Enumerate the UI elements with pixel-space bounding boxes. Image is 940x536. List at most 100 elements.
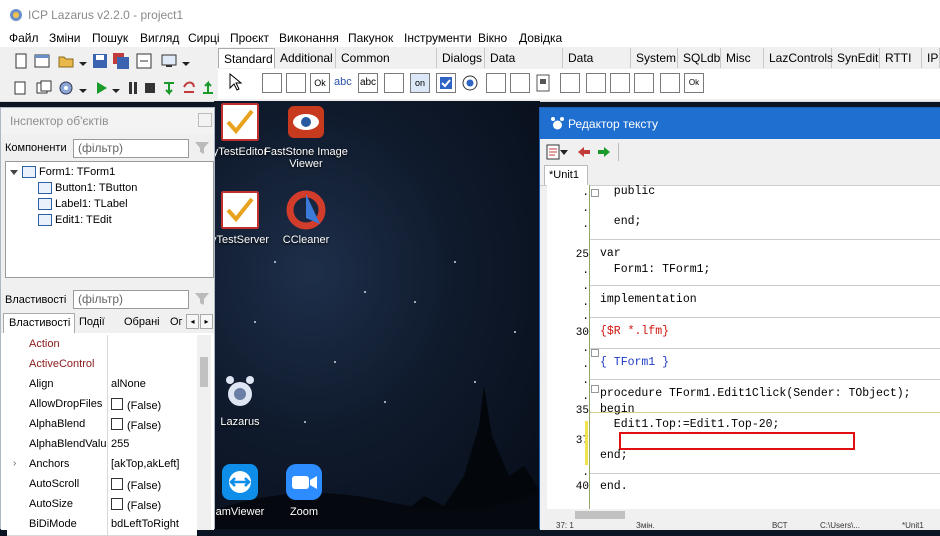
property-row[interactable]: ActiveControl [7,355,197,376]
tree-node-form1[interactable]: Form1: TForm1 [22,164,115,180]
view-project-icon[interactable] [35,79,53,97]
inspector-close-icon[interactable] [198,113,212,127]
menu-edit[interactable]: Зміни [49,31,81,45]
tab-ipro[interactable]: IPro [922,48,940,68]
checkbox[interactable] [111,398,123,410]
property-row[interactable]: BiDiMode bdLeftToRight [7,515,197,536]
tree-expand-icon[interactable] [10,168,18,176]
jump-back-icon[interactable] [577,145,591,159]
open-dropdown-icon[interactable] [74,54,92,72]
tab-rtti[interactable]: RTTI [880,48,922,68]
property-scrollbar[interactable] [197,335,211,530]
tab-data-access[interactable]: Data Access [563,48,631,86]
tmainmenu-icon[interactable] [262,73,282,93]
tab-lazcontrols[interactable]: LazControls [764,48,833,68]
tab-scroll-left-icon[interactable]: ◂ [186,314,199,329]
tab-favorites[interactable]: Обрані [124,316,160,328]
selection-pointer-icon[interactable] [228,73,242,91]
stop-icon[interactable] [141,79,159,97]
tscrollbar-icon[interactable] [534,73,554,93]
menu-help[interactable]: Довідка [519,31,562,45]
open-icon[interactable] [57,52,75,70]
checkbox[interactable] [111,498,123,510]
step-into-icon[interactable] [160,79,178,97]
tedit-icon[interactable]: abc [358,73,378,93]
tradiogroup-icon[interactable] [586,73,606,93]
desktop-icon-zoom[interactable]: Zoom [260,462,348,518]
editor-unit-dropdown-icon[interactable] [560,148,568,156]
menu-project[interactable]: Проєкт [230,31,269,45]
scrollbar-thumb[interactable] [575,511,625,519]
desktop-icon-ccleaner[interactable]: CCleaner [262,190,350,246]
menu-source[interactable]: Сирці [188,31,220,45]
menu-run[interactable]: Виконання [279,31,339,45]
save-icon[interactable] [91,52,109,70]
menu-window[interactable]: Вікно [478,31,507,45]
view-forms-icon[interactable] [160,52,178,70]
fold-marker-icon[interactable] [591,189,599,197]
tab-synedit[interactable]: SynEdit [832,48,880,68]
tpopupmenu-icon[interactable] [286,73,306,93]
tactionlist-icon[interactable]: Ok [684,73,704,93]
property-row[interactable]: AlphaBlendValu 255 [7,435,197,456]
ttogglebox-icon[interactable]: on [410,73,430,93]
editor-unit-icon[interactable] [546,144,560,160]
build-dropdown-icon[interactable] [74,81,92,99]
tbutton-icon[interactable]: Ok [310,73,330,93]
build-mode-icon[interactable] [57,79,75,97]
filter-clear-icon[interactable] [194,140,210,156]
checkbox[interactable] [111,418,123,430]
tcheckgroup-icon[interactable] [610,73,630,93]
fold-marker-icon[interactable] [591,349,599,357]
checkbox[interactable] [111,478,123,490]
step-over-icon[interactable] [180,79,198,97]
property-row[interactable]: AlphaBlend (False) [7,415,197,436]
property-row[interactable]: › Anchors [akTop,akLeft] [7,455,197,476]
menu-file[interactable]: Файл [9,31,39,45]
property-row[interactable]: Action [7,335,197,356]
new-unit-icon[interactable] [12,52,30,70]
desktop-icon-faststone[interactable]: FastStone Image Viewer [262,102,350,170]
property-row[interactable]: AllowDropFiles (False) [7,395,197,416]
tab-dialogs[interactable]: Dialogs [437,48,485,68]
step-out-icon[interactable] [199,79,217,97]
tab-data-controls[interactable]: Data Controls [485,48,563,86]
view-dropdown-icon[interactable] [177,54,195,72]
toggle-form-icon[interactable] [135,52,153,70]
scrollbar-thumb[interactable] [200,357,208,387]
tpanel-icon[interactable] [634,73,654,93]
run-dropdown-icon[interactable] [107,81,125,99]
tab-additional[interactable]: Additional [275,48,336,68]
property-row[interactable]: Align alNone [7,375,197,396]
components-filter-input[interactable]: (фільтр) [73,139,189,158]
tab-scroll-right-icon[interactable]: ▸ [200,314,213,329]
menu-tools[interactable]: Інструменти [404,31,472,45]
property-row[interactable]: AutoScroll (False) [7,475,197,496]
tab-system[interactable]: System [631,48,678,68]
tab-restricted[interactable]: Ог [170,316,186,328]
tcheckbox-icon[interactable] [436,73,456,93]
tab-unit1[interactable]: *Unit1 [544,165,588,185]
tree-node-edit1[interactable]: Edit1: TEdit [38,212,112,228]
tab-common-controls[interactable]: Common Controls [336,48,437,86]
tgroupbox-icon[interactable] [560,73,580,93]
property-row[interactable]: AutoSize (False) [7,495,197,516]
tab-events[interactable]: Події [79,316,105,328]
view-units-icon[interactable] [12,79,30,97]
menu-search[interactable]: Пошук [92,31,128,45]
menu-view[interactable]: Вигляд [140,31,179,45]
horizontal-scrollbar[interactable] [547,509,940,521]
tlabel-icon[interactable]: abc [334,73,354,93]
tree-node-label1[interactable]: Label1: TLabel [38,196,128,212]
tradiobutton-icon[interactable] [460,73,480,93]
new-form-icon[interactable] [33,52,51,70]
tcombobox-icon[interactable] [510,73,530,93]
tlistbox-icon[interactable] [486,73,506,93]
tab-sqldb[interactable]: SQLdb [678,48,721,68]
jump-forward-icon[interactable] [597,145,611,159]
expand-chevron-icon[interactable]: › [13,458,16,469]
tab-misc[interactable]: Misc [721,48,764,68]
properties-filter-clear-icon[interactable] [194,291,210,307]
tab-properties[interactable]: Властивості [3,313,75,333]
menu-package[interactable]: Пакунок [348,31,393,45]
